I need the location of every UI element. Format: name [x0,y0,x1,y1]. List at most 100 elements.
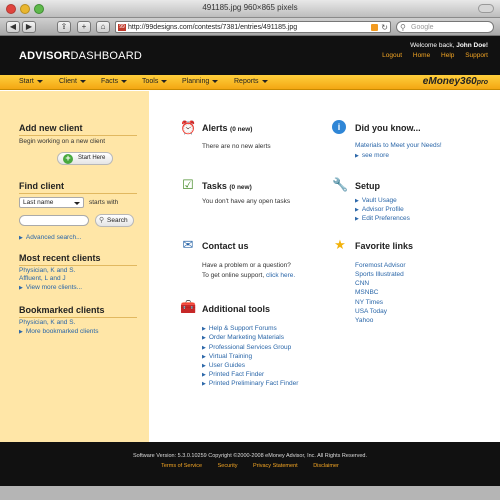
click-here-link[interactable]: click here. [266,272,295,279]
logo-bold: ADVISOR [19,50,71,62]
tasks-title-label: Tasks [202,181,227,191]
tool-label-2: Order Marketing Materials [208,334,284,341]
advanced-search-link[interactable]: ▶ Advanced search... [19,234,82,241]
setup-link-1[interactable]: ▶ Vault Usage [355,197,397,204]
recent-client-2[interactable]: Affluent, L and J [19,275,66,282]
tool-label-4: Virtual Training [208,353,253,360]
menu-planning[interactable]: Planning [182,78,219,85]
tool-label-1: Help & Support Forums [208,325,277,332]
support-link[interactable]: Support [465,52,488,59]
site-favicon-icon: 99 [118,24,126,31]
forward-button[interactable]: ▶ [22,21,36,33]
add-client-title: Add new client [19,123,137,136]
search-input[interactable]: ⚲ Google [396,21,494,33]
menu-start[interactable]: Start [19,78,43,85]
arrow-right-icon: ▶ [202,381,206,387]
wrench-icon: 🔧 [332,177,349,192]
address-bar[interactable]: 99 http://99designs.com/contests/7381/en… [115,21,391,33]
tasks-count: (0 new) [229,184,252,191]
welcome-prefix: Welcome back, [410,42,455,49]
setup-link-3[interactable]: ▶ Edit Preferences [355,215,410,222]
tools-title: Additional tools [202,304,270,314]
client-search-input[interactable] [19,215,89,226]
contact-text: Have a problem or a question? To get onl… [202,261,295,280]
logo-rest: DASHBOARD [70,50,143,62]
arrow-right-icon: ▶ [202,335,206,341]
chevron-down-icon [212,79,219,83]
tool-link-4[interactable]: ▶ Virtual Training [202,353,252,360]
see-more-link[interactable]: ▶ see more [355,152,389,159]
toolbar-toggle-button[interactable] [478,4,494,13]
rss-icon[interactable] [371,24,378,31]
chevron-down-icon [121,79,128,83]
favorite-link-3[interactable]: CNN [355,280,369,287]
advanced-search-label: Advanced search... [25,234,82,241]
view-more-clients-link[interactable]: ▶ View more clients... [19,284,82,291]
alerts-title-label: Alerts [202,123,228,133]
browser-toolbar: ◀ ▶ ⇪ + ⌂ 99 http://99designs.com/contes… [0,18,500,36]
user-name: John Doe! [456,42,488,49]
favorite-link-7[interactable]: Yahoo [355,317,373,324]
more-bookmarked-link[interactable]: ▶ More bookmarked clients [19,328,98,335]
menu-facts[interactable]: Facts [101,78,128,85]
arrow-right-icon: ▶ [355,207,359,213]
favorite-link-6[interactable]: USA Today [355,308,387,315]
tool-link-1[interactable]: ▶ Help & Support Forums [202,325,277,332]
main-menu: Start Client Facts Tools Planning Report… [0,75,500,90]
arrow-right-icon: ▶ [355,198,359,204]
menu-tools[interactable]: Tools [142,78,168,85]
menu-client-label: Client [59,78,77,85]
bookmarked-client-1[interactable]: Physician, K and S. [19,319,75,326]
app-logo[interactable]: ADVISORDASHBOARD [19,50,142,62]
menu-reports[interactable]: Reports [234,78,268,85]
menu-start-label: Start [19,78,34,85]
reload-icon[interactable]: ↻ [381,22,388,33]
plus-icon: + [63,154,73,164]
app-header: ADVISORDASHBOARD Welcome back, John Doe!… [0,36,500,75]
share-button[interactable]: ⇪ [57,21,71,33]
favorite-links-title: Favorite links [355,241,414,251]
search-icon: ⚲ [99,217,105,224]
client-search-button[interactable]: ⚲ Search [95,214,134,227]
home-link[interactable]: Home [413,52,430,59]
tool-link-2[interactable]: ▶ Order Marketing Materials [202,334,284,341]
search-field-select[interactable]: Last name [19,197,84,208]
terms-link[interactable]: Terms of Service [161,463,202,469]
favorite-link-1[interactable]: Foremost Advisor [355,262,406,269]
star-icon: ★ [334,237,346,252]
disclaimer-link[interactable]: Disclaimer [313,463,339,469]
arrow-right-icon: ▶ [355,153,359,159]
window-title: 491185.jpg 960×865 pixels [202,3,298,12]
add-bookmark-button[interactable]: + [77,21,91,33]
tasks-text: You don't have any open tasks [202,198,291,205]
tool-link-7[interactable]: ▶ Printed Preliminary Fact Finder [202,380,298,387]
favorite-link-4[interactable]: MSNBC [355,289,378,296]
alerts-count: (0 new) [230,126,253,133]
start-here-button[interactable]: + Start Here [57,152,113,165]
tool-link-3[interactable]: ▶ Professional Services Group [202,344,291,351]
setup-link-2[interactable]: ▶ Advisor Profile [355,206,404,213]
security-link[interactable]: Security [218,463,238,469]
welcome-message: Welcome back, John Doe! [410,42,488,49]
help-link[interactable]: Help [441,52,454,59]
setup-label-2: Advisor Profile [361,206,404,213]
logout-link[interactable]: Logout [382,52,402,59]
toolbox-icon: 🧰 [180,299,197,314]
contact-line-1: Have a problem or a question? [202,262,291,269]
did-you-know-title: Did you know... [355,123,421,133]
start-here-label: Start Here [78,155,106,161]
tool-link-5[interactable]: ▶ User Guides [202,362,245,369]
home-button[interactable]: ⌂ [96,21,110,33]
tool-link-6[interactable]: ▶ Printed Fact Finder [202,371,264,378]
materials-link[interactable]: Materials to Meet your Needs! [355,142,442,149]
favorite-link-5[interactable]: NY Times [355,299,383,306]
privacy-link[interactable]: Privacy Statement [253,463,298,469]
search-button-label: Search [107,217,128,224]
view-more-label: View more clients... [25,284,83,291]
menu-client[interactable]: Client [59,78,86,85]
recent-client-1[interactable]: Physician, K and S. [19,267,75,274]
checklist-icon: ☑ [182,177,194,192]
back-button[interactable]: ◀ [6,21,20,33]
more-bookmarked-label: More bookmarked clients [25,328,99,335]
favorite-link-2[interactable]: Sports Illustrated [355,271,404,278]
